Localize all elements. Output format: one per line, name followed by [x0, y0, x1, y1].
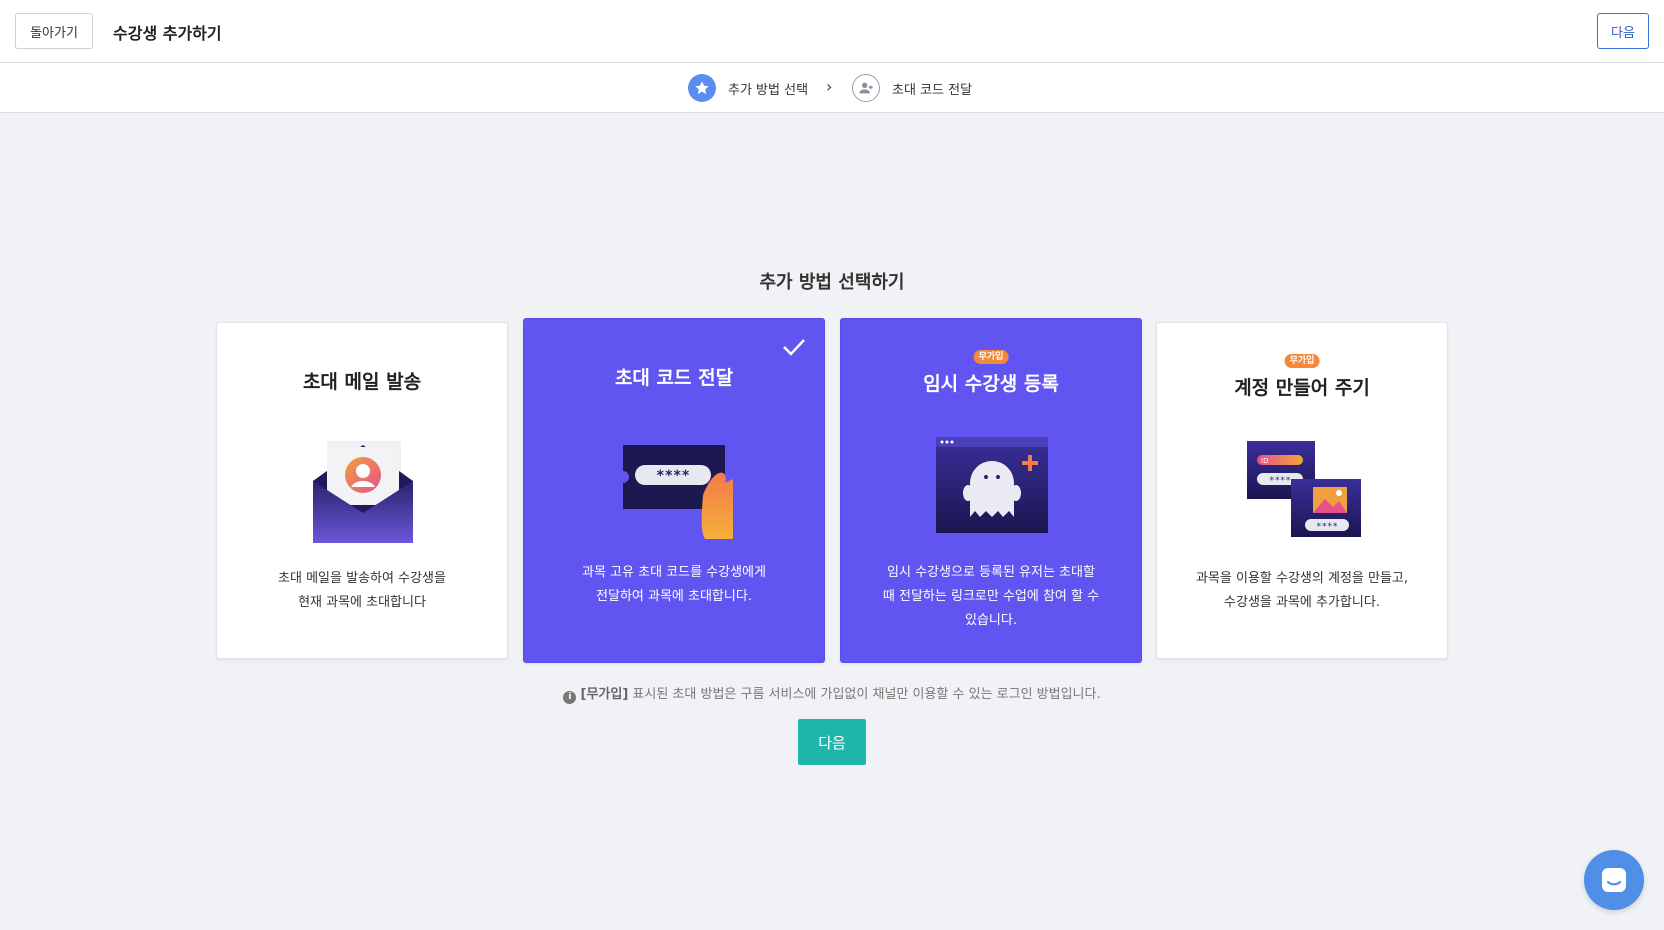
ghost-icon: [936, 437, 1048, 533]
code-ticket-icon: ****: [623, 445, 733, 539]
card-invite-code[interactable]: 초대 코드 전달 **** 과목 고유 초대 코드를 수강생에게 전달하여 과목…: [523, 318, 825, 663]
chevron-right-icon: ›: [826, 77, 833, 96]
check-icon: [783, 339, 805, 356]
top-bar: 돌아가기 수강생 추가하기 다음: [0, 0, 1664, 63]
desc-line: 현재 과목에 초대합니다: [298, 595, 426, 610]
note-tag: [무가입]: [580, 687, 629, 702]
card-create-account[interactable]: 무가입 계정 만들어 주기 ID **** **** 과목을 이용할 수강생의 …: [1156, 322, 1448, 659]
note-text: 표시된 초대 방법은 구름 서비스에 가입없이 채널만 이용할 수 있는 로그인…: [628, 687, 1101, 702]
card-description: 초대 메일을 발송하여 수강생을 현재 과목에 초대합니다: [217, 567, 507, 615]
step-label: 추가 방법 선택: [728, 82, 809, 98]
chat-button[interactable]: [1584, 850, 1644, 910]
step-send-code: 초대 코드 전달: [852, 73, 972, 103]
password-stars: ****: [1269, 476, 1291, 486]
page-title: 수강생 추가하기: [113, 24, 222, 43]
card-description: 과목을 이용할 수강생의 계정을 만들고, 수강생을 과목에 추가합니다.: [1157, 567, 1447, 615]
step-select-method: 추가 방법 선택: [688, 73, 808, 103]
no-signup-badge: 무가입: [1284, 354, 1320, 368]
card-invite-email[interactable]: 초대 메일 발송 초대 메일을 발송하여 수강생을 현재 과목에 초대합니다: [216, 322, 508, 659]
desc-line: 과목 고유 초대 코드를 수강생에게: [582, 565, 766, 580]
desc-line: 있습니다.: [965, 613, 1017, 628]
next-button[interactable]: 다음: [798, 719, 866, 765]
back-button[interactable]: 돌아가기: [15, 13, 93, 49]
desc-line: 과목을 이용할 수강생의 계정을 만들고,: [1195, 571, 1409, 586]
password-stars: ****: [1316, 522, 1338, 532]
step-bar: 추가 방법 선택 › 초대 코드 전달: [0, 63, 1664, 113]
star-icon: [688, 74, 716, 102]
desc-line: 임시 수강생으로 등록된 유저는 초대할: [887, 565, 1095, 580]
no-signup-note: i [무가입] 표시된 초대 방법은 구름 서비스에 가입없이 채널만 이용할 …: [0, 683, 1664, 704]
card-title: 계정 만들어 주기: [1234, 377, 1370, 399]
step-label: 초대 코드 전달: [892, 82, 973, 98]
card-description: 임시 수강생으로 등록된 유저는 초대할 때 전달하는 링크로만 수업에 참여 …: [841, 561, 1141, 633]
desc-line: 수강생을 과목에 추가합니다.: [1224, 595, 1380, 610]
envelope-icon: [313, 441, 413, 543]
next-button-top[interactable]: 다음: [1597, 13, 1649, 49]
id-label: ID: [1261, 457, 1268, 465]
account-form-icon: ID **** ****: [1247, 441, 1361, 537]
desc-line: 전달하여 과목에 초대합니다.: [596, 589, 752, 604]
no-signup-badge: 무가입: [973, 350, 1009, 364]
card-title: 임시 수강생 등록: [923, 373, 1059, 395]
card-title: 초대 코드 전달: [614, 367, 734, 389]
card-title: 초대 메일 발송: [302, 371, 422, 393]
section-title: 추가 방법 선택하기: [759, 272, 905, 293]
add-user-icon: [852, 74, 880, 102]
chat-icon: [1602, 868, 1626, 892]
card-temporary-student[interactable]: 무가입 임시 수강생 등록 임시 수강생으로 등록된 유저는 초대할 때 전달하…: [840, 318, 1142, 663]
desc-line: 초대 메일을 발송하여 수강생을: [278, 571, 446, 586]
code-stars: ****: [656, 468, 690, 484]
desc-line: 때 전달하는 링크로만 수업에 참여 할 수: [882, 589, 1100, 604]
card-description: 과목 고유 초대 코드를 수강생에게 전달하여 과목에 초대합니다.: [524, 561, 824, 609]
info-icon: i: [563, 691, 577, 704]
